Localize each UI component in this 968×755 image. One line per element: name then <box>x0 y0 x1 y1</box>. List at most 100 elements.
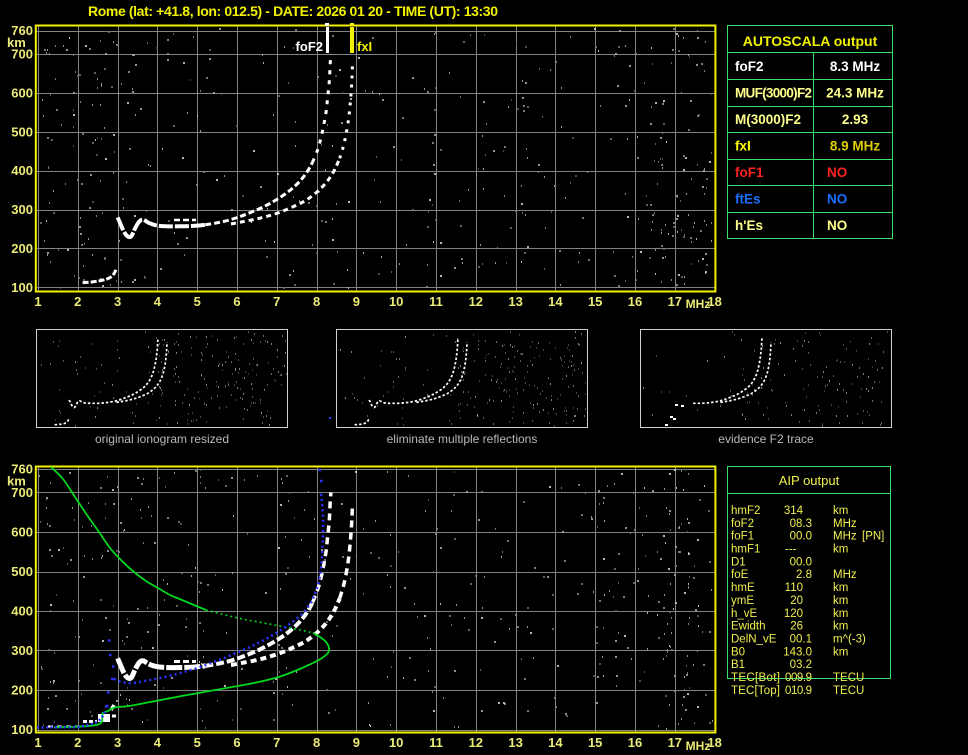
svg-text:15: 15 <box>588 294 602 309</box>
svg-text:foF1: foF1 <box>731 531 754 543</box>
svg-text:km: km <box>833 608 848 620</box>
svg-text:10: 10 <box>389 294 403 309</box>
svg-text:120: 120 <box>784 608 803 620</box>
svg-text:fxI: fxI <box>735 139 751 154</box>
svg-text:300: 300 <box>11 202 33 217</box>
svg-text:D1: D1 <box>731 556 746 568</box>
svg-text:13: 13 <box>508 294 522 309</box>
svg-text:km: km <box>833 646 848 658</box>
svg-text:314: 314 <box>784 505 804 517</box>
svg-text:8: 8 <box>313 735 320 750</box>
svg-text:h_vE: h_vE <box>731 608 758 620</box>
svg-text:200: 200 <box>11 683 33 698</box>
svg-text:3: 3 <box>114 735 121 750</box>
svg-text:6: 6 <box>233 735 240 750</box>
svg-text:M(3000)F2: M(3000)F2 <box>735 112 801 127</box>
svg-text:8.9 MHz: 8.9 MHz <box>830 139 881 154</box>
svg-text:foF2: foF2 <box>735 59 764 74</box>
svg-text:00.0: 00.0 <box>790 556 812 568</box>
svg-text:MHz: MHz <box>833 569 857 581</box>
svg-text:km: km <box>7 473 26 488</box>
svg-text:2: 2 <box>74 735 81 750</box>
svg-text:MHz: MHz <box>686 739 711 753</box>
svg-text:hmF2: hmF2 <box>731 505 760 517</box>
svg-text:km: km <box>833 544 848 556</box>
svg-text:400: 400 <box>11 163 33 178</box>
svg-text:NO: NO <box>827 218 847 233</box>
svg-text:---: --- <box>785 544 797 556</box>
svg-text:14: 14 <box>548 294 563 309</box>
svg-text:km: km <box>833 595 848 607</box>
svg-text:8: 8 <box>313 294 320 309</box>
svg-text:evidence F2 trace: evidence F2 trace <box>718 432 814 446</box>
svg-text:9: 9 <box>353 294 360 309</box>
svg-text:ymE: ymE <box>731 595 754 607</box>
svg-text:DelN_vE: DelN_vE <box>731 634 777 646</box>
svg-text:2.8: 2.8 <box>796 569 812 581</box>
svg-text:00.1: 00.1 <box>790 634 812 646</box>
svg-text:110: 110 <box>785 582 803 594</box>
svg-text:Ewidth: Ewidth <box>731 621 766 633</box>
svg-text:1: 1 <box>34 294 41 309</box>
svg-text:26: 26 <box>790 621 803 633</box>
svg-text:hmE: hmE <box>731 582 755 594</box>
svg-text:500: 500 <box>11 124 33 139</box>
svg-text:300: 300 <box>11 643 33 658</box>
svg-text:foE: foE <box>731 569 749 581</box>
svg-text:TEC[Bot]: TEC[Bot] <box>731 672 780 684</box>
svg-text:Rome (lat: +41.8, lon: 012.5): Rome (lat: +41.8, lon: 012.5) - DATE: 20… <box>88 3 498 19</box>
svg-text:hmF1: hmF1 <box>731 544 760 556</box>
svg-text:TECU: TECU <box>833 685 864 697</box>
svg-text:15: 15 <box>588 735 602 750</box>
svg-text:17: 17 <box>668 735 682 750</box>
svg-text:AUTOSCALA output: AUTOSCALA output <box>743 33 878 49</box>
svg-text:km: km <box>833 582 848 594</box>
svg-text:24.3 MHz: 24.3 MHz <box>826 85 884 100</box>
svg-text:TEC[Top]: TEC[Top] <box>731 685 780 697</box>
svg-text:fxI: fxI <box>357 39 372 54</box>
svg-text:AIP output: AIP output <box>779 473 840 488</box>
svg-text:600: 600 <box>11 85 33 100</box>
svg-text:km: km <box>7 35 26 50</box>
svg-text:MUF(3000)F2: MUF(3000)F2 <box>735 85 812 100</box>
svg-text:m^(-3): m^(-3) <box>833 634 866 646</box>
svg-text:7: 7 <box>273 735 280 750</box>
svg-text:10: 10 <box>389 735 403 750</box>
svg-text:NO: NO <box>827 192 847 207</box>
svg-text:1: 1 <box>34 735 41 750</box>
svg-text:8.3 MHz: 8.3 MHz <box>830 59 881 74</box>
svg-text:11: 11 <box>429 294 443 309</box>
svg-text:5: 5 <box>194 735 201 750</box>
svg-text:12: 12 <box>469 294 483 309</box>
svg-text:2: 2 <box>74 294 81 309</box>
svg-text:7: 7 <box>273 294 280 309</box>
svg-text:16: 16 <box>628 294 642 309</box>
svg-text:5: 5 <box>194 294 201 309</box>
svg-text:600: 600 <box>11 525 33 540</box>
svg-text:00.0: 00.0 <box>790 531 812 543</box>
svg-text:20: 20 <box>790 595 803 607</box>
svg-text:08.3: 08.3 <box>790 518 812 530</box>
svg-text:13: 13 <box>508 735 522 750</box>
svg-text:143.0: 143.0 <box>783 646 812 658</box>
svg-text:2.93: 2.93 <box>842 112 869 127</box>
svg-text:NO: NO <box>827 165 847 180</box>
svg-text:400: 400 <box>11 604 33 619</box>
svg-text:14: 14 <box>548 735 563 750</box>
svg-text:12: 12 <box>469 735 483 750</box>
svg-text:foF2: foF2 <box>296 39 323 54</box>
svg-text:9: 9 <box>353 735 360 750</box>
svg-text:TECU: TECU <box>833 672 864 684</box>
svg-text:B0: B0 <box>731 646 745 658</box>
svg-text:4: 4 <box>154 294 162 309</box>
svg-text:17: 17 <box>668 294 682 309</box>
svg-text:500: 500 <box>11 564 33 579</box>
svg-text:B1: B1 <box>731 659 745 671</box>
svg-text:[PN]: [PN] <box>862 531 884 543</box>
svg-text:16: 16 <box>628 735 642 750</box>
svg-text:ftEs: ftEs <box>735 192 761 207</box>
svg-text:010.9: 010.9 <box>785 685 812 697</box>
svg-text:original ionogram resized: original ionogram resized <box>95 432 229 446</box>
svg-text:h'Es: h'Es <box>735 218 763 233</box>
svg-text:100: 100 <box>11 722 33 737</box>
